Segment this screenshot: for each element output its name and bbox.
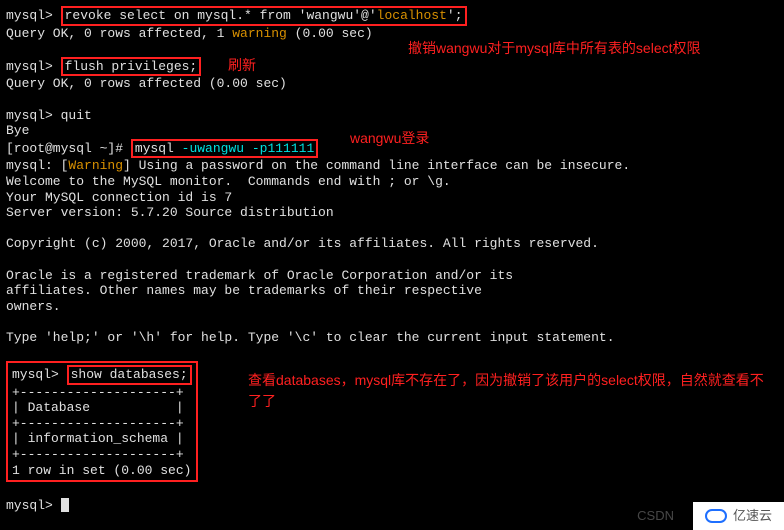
- blank: [6, 482, 778, 498]
- annotation-login: wangwu登录: [350, 130, 429, 147]
- blank: [6, 345, 778, 361]
- term-line-flush: mysql> flush privileges;: [6, 57, 778, 77]
- term-line-quit: mysql> quit: [6, 108, 778, 124]
- blank: [6, 92, 778, 108]
- csdn-watermark: CSDN: [637, 508, 674, 524]
- table-footer: 1 row in set (0.00 sec): [12, 463, 192, 479]
- table-row: | information_schema |: [12, 431, 192, 447]
- term-line-ok2: Query OK, 0 rows affected (0.00 sec): [6, 76, 778, 92]
- table-header: | Database |: [12, 400, 192, 416]
- term-line-oracle2: affiliates. Other names may be trademark…: [6, 283, 778, 299]
- boxed-cmd-flush: flush privileges;: [61, 57, 202, 77]
- cloud-icon: [705, 509, 727, 523]
- term-line-ok1: Query OK, 0 rows affected, 1 warning (0.…: [6, 26, 778, 42]
- boxed-show-databases: mysql> show databases; +----------------…: [6, 361, 198, 482]
- blank: [6, 314, 778, 330]
- annotation-flush: 刷新: [228, 57, 256, 74]
- table-sep: +--------------------+: [12, 447, 192, 463]
- yisu-label: 亿速云: [733, 508, 772, 524]
- term-line-oracle1: Oracle is a registered trademark of Orac…: [6, 268, 778, 284]
- mysql-prompt[interactable]: mysql>: [6, 59, 61, 74]
- table-sep: +--------------------+: [12, 385, 192, 401]
- mysql-prompt: mysql>: [6, 498, 61, 513]
- term-line-copyright: Copyright (c) 2000, 2017, Oracle and/or …: [6, 236, 778, 252]
- cursor-icon: [61, 498, 69, 512]
- boxed-cmd-login: mysql -uwangwu -p111111: [131, 139, 318, 159]
- term-line-oracle3: owners.: [6, 299, 778, 315]
- annotation-revoke: 撤销wangwu对于mysql库中所有表的select权限: [408, 40, 701, 57]
- term-line-revoke: mysql> revoke select on mysql.* from 'wa…: [6, 6, 778, 26]
- blank: [6, 221, 778, 237]
- table-sep: +--------------------+: [12, 416, 192, 432]
- term-line-showdb: mysql> show databases;: [12, 365, 192, 385]
- yisu-watermark: 亿速云: [693, 502, 784, 530]
- annotation-showdb: 查看databases，mysql库不存在了，因为撤销了该用户的select权限…: [248, 370, 768, 412]
- term-line-version: Server version: 5.7.20 Source distributi…: [6, 205, 778, 221]
- blank: [6, 252, 778, 268]
- term-line-warning: mysql: [Warning] Using a password on the…: [6, 158, 778, 174]
- boxed-cmd-revoke: revoke select on mysql.* from 'wangwu'@'…: [61, 6, 467, 26]
- term-line-help: Type 'help;' or '\h' for help. Type '\c'…: [6, 330, 778, 346]
- mysql-prompt[interactable]: mysql>: [12, 367, 67, 382]
- boxed-cmd-showdb: show databases;: [67, 365, 192, 385]
- term-line-welcome1: Welcome to the MySQL monitor. Commands e…: [6, 174, 778, 190]
- mysql-prompt[interactable]: mysql>: [6, 8, 61, 23]
- term-line-connid: Your MySQL connection id is 7: [6, 190, 778, 206]
